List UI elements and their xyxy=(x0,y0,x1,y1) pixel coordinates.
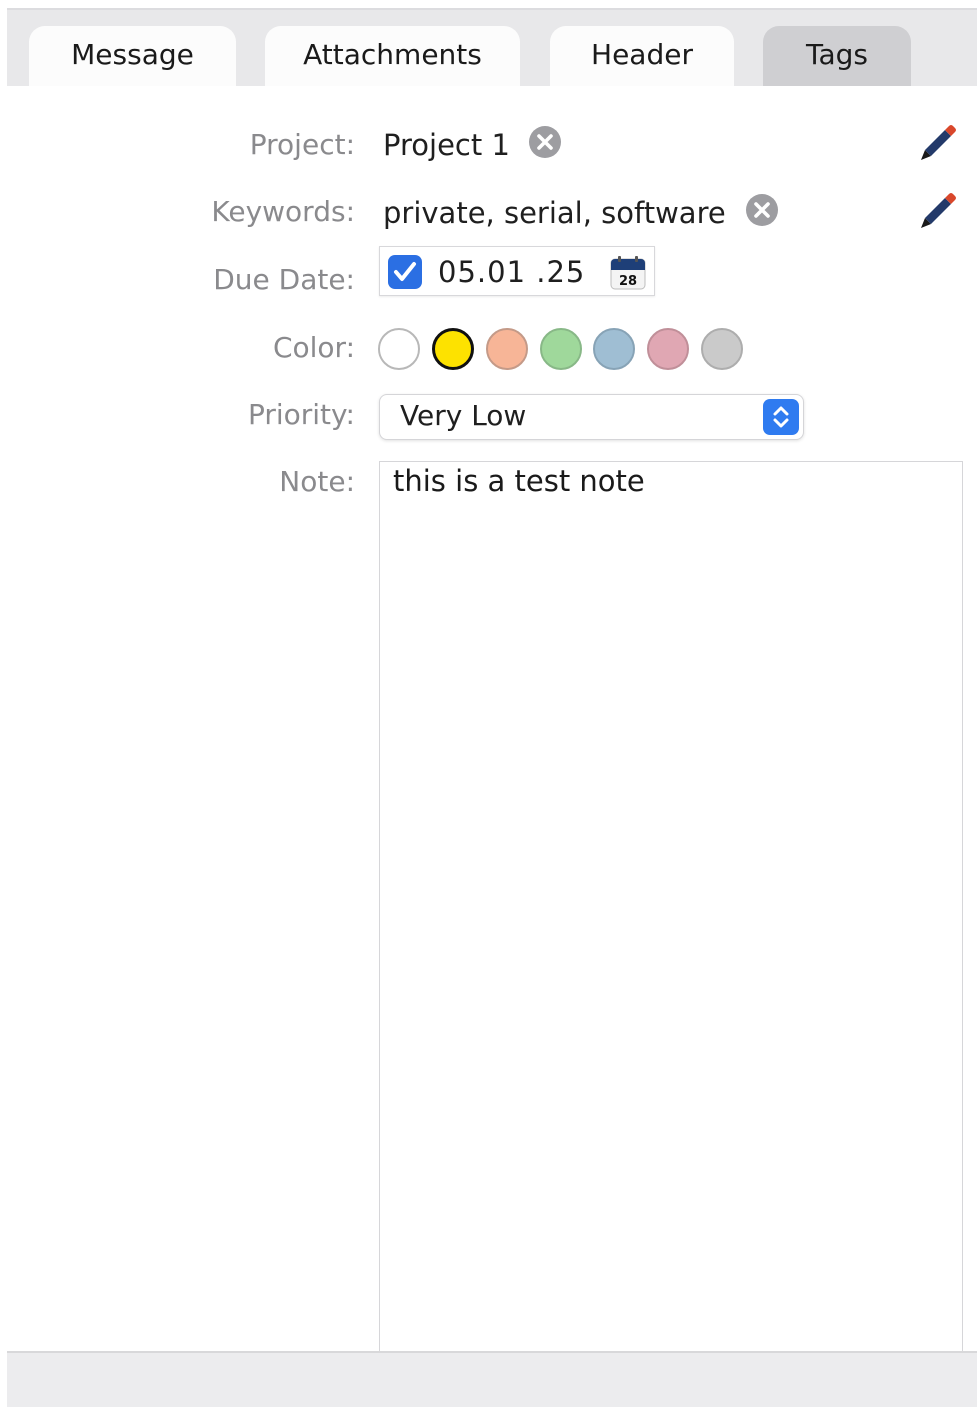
note-text: this is a test note xyxy=(393,464,645,498)
checkmark-icon xyxy=(394,262,416,281)
note-label: Note: xyxy=(279,465,355,498)
bottom-bar xyxy=(7,1351,977,1407)
priority-select[interactable]: Very Low xyxy=(379,394,804,440)
color-label: Color: xyxy=(272,331,355,364)
color-swatch-yellow[interactable] xyxy=(432,328,474,370)
color-swatch-blue[interactable] xyxy=(593,328,635,370)
color-swatch-green[interactable] xyxy=(540,328,582,370)
color-swatch-pink[interactable] xyxy=(647,328,689,370)
keywords-value: private, serial, software xyxy=(383,196,726,230)
project-label: Project: xyxy=(249,128,355,161)
tab-bar: Message Attachments Header Tags xyxy=(7,8,977,88)
keywords-label: Keywords: xyxy=(211,195,355,228)
due-date-value[interactable]: 05.01 .25 xyxy=(438,255,585,289)
edit-keywords-pencil-icon[interactable] xyxy=(917,190,959,232)
tab-message[interactable]: Message xyxy=(29,26,236,88)
calendar-icon-day: 28 xyxy=(619,274,637,289)
note-textarea[interactable]: this is a test note xyxy=(379,461,963,1361)
priority-value: Very Low xyxy=(400,399,527,432)
edit-project-pencil-icon[interactable] xyxy=(917,122,959,164)
tags-form: Project: Project 1 Keywords: private, se… xyxy=(7,86,977,1361)
clear-project-icon[interactable] xyxy=(529,126,561,158)
due-date-label: Due Date: xyxy=(213,263,355,296)
tab-tags[interactable]: Tags xyxy=(763,26,911,88)
calendar-icon[interactable]: 28 xyxy=(608,253,648,293)
tab-header[interactable]: Header xyxy=(550,26,734,88)
tab-attachments[interactable]: Attachments xyxy=(265,26,520,88)
project-value: Project 1 xyxy=(383,128,510,162)
chevron-up-down-icon xyxy=(763,399,799,435)
color-swatch-gray[interactable] xyxy=(701,328,743,370)
due-date-checkbox[interactable] xyxy=(388,255,422,289)
color-swatch-orange[interactable] xyxy=(486,328,528,370)
color-swatch-none[interactable] xyxy=(378,328,420,370)
tags-panel-window: Message Attachments Header Tags Project:… xyxy=(7,8,977,1407)
due-date-picker: 05.01 .25 28 xyxy=(379,246,655,296)
clear-keywords-icon[interactable] xyxy=(746,194,778,226)
priority-label: Priority: xyxy=(247,398,355,431)
